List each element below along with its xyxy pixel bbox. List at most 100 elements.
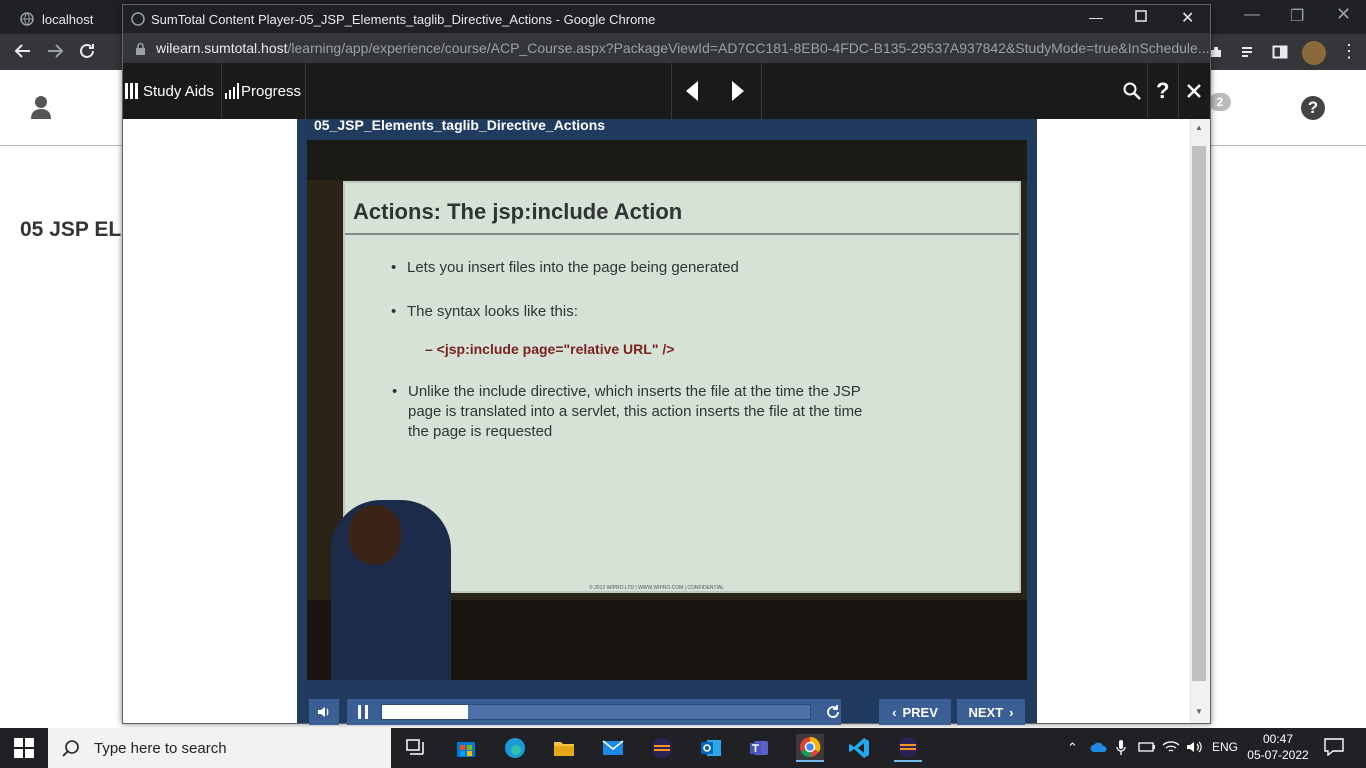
- notification-badge[interactable]: 2: [1209, 93, 1231, 111]
- close-icon[interactable]: ✕: [1336, 4, 1351, 25]
- wifi-icon[interactable]: [1162, 740, 1180, 754]
- popup-address-bar[interactable]: wilearn.sumtotal.host/learning/app/exper…: [123, 33, 1210, 63]
- player-toolbar: Study Aids Progress ?: [123, 63, 1210, 119]
- scroll-down-icon[interactable]: ▼: [1195, 707, 1203, 716]
- toolbar-divider: [221, 63, 222, 119]
- slide-heading: Actions: The jsp:include Action: [353, 199, 683, 224]
- prev-button[interactable]: ‹ PREV: [879, 699, 951, 725]
- search-icon: [1123, 82, 1141, 100]
- file-explorer-icon[interactable]: [550, 734, 578, 762]
- onedrive-icon[interactable]: [1090, 741, 1108, 753]
- lecture-video[interactable]: Actions: The jsp:include Action Lets you…: [307, 140, 1027, 680]
- reload-icon[interactable]: [78, 42, 96, 60]
- forward-icon[interactable]: [46, 42, 64, 60]
- popup-close-icon[interactable]: ✕: [1181, 8, 1194, 28]
- seek-progress: [382, 705, 468, 719]
- url-path: /learning/app/experience/course/ACP_Cour…: [287, 40, 1210, 56]
- restore-icon[interactable]: ❐: [1290, 6, 1304, 26]
- back-icon[interactable]: [14, 42, 32, 60]
- replay-icon[interactable]: [825, 704, 841, 720]
- chevron-left-icon: ‹: [892, 704, 897, 720]
- outlook-icon[interactable]: [697, 734, 725, 762]
- slide-bullet-line: page is translated into a servlet, this …: [408, 403, 863, 420]
- eclipse-running-icon[interactable]: [894, 734, 922, 762]
- speaker-icon: [317, 706, 331, 718]
- volume-icon[interactable]: [1186, 740, 1204, 754]
- popup-window-title: SumTotal Content Player-05_JSP_Elements_…: [151, 11, 656, 27]
- microphone-icon[interactable]: [1116, 740, 1126, 756]
- clock-date: 05-07-2022: [1247, 748, 1309, 762]
- next-page-button[interactable]: [731, 63, 745, 119]
- profile-avatar[interactable]: [1302, 41, 1326, 65]
- language-indicator[interactable]: ENG: [1212, 740, 1238, 754]
- close-x-icon: [1187, 84, 1201, 98]
- vscode-icon[interactable]: [845, 734, 873, 762]
- taskbar-clock[interactable]: 00:47 05-07-2022: [1236, 731, 1320, 763]
- lock-icon: [135, 42, 146, 55]
- chrome-page-icon: [131, 12, 145, 26]
- study-aids-button[interactable]: Study Aids: [125, 63, 214, 119]
- slide-code-example: – <jsp:include page="relative URL" />: [425, 341, 675, 357]
- previous-page-button[interactable]: [685, 63, 699, 119]
- battery-icon[interactable]: [1138, 741, 1156, 753]
- caret-left-icon: [685, 80, 699, 102]
- toolbar-divider: [761, 63, 762, 119]
- background-tab[interactable]: localhost: [8, 4, 126, 34]
- seek-bar[interactable]: [381, 704, 811, 720]
- slide-divider: [345, 233, 1019, 235]
- playback-bar: [347, 699, 841, 725]
- mail-icon[interactable]: [599, 734, 627, 762]
- taskbar-search[interactable]: Type here to search: [48, 728, 391, 768]
- clock-time: 00:47: [1262, 732, 1294, 746]
- user-icon[interactable]: [30, 95, 52, 119]
- globe-icon: [20, 12, 34, 26]
- help-button[interactable]: ?: [1156, 63, 1169, 119]
- search-placeholder: Type here to search: [94, 739, 227, 757]
- eclipse-icon[interactable]: [648, 734, 676, 762]
- notifications-icon[interactable]: [1324, 738, 1344, 756]
- page-title: 05 JSP ELE: [20, 218, 136, 241]
- help-icon[interactable]: ?: [1301, 96, 1325, 120]
- task-view-icon[interactable]: [402, 734, 430, 762]
- next-label: NEXT: [968, 704, 1004, 720]
- minimize-icon[interactable]: —: [1244, 6, 1260, 24]
- pause-icon[interactable]: [357, 705, 369, 719]
- study-aids-label: Study Aids: [143, 82, 214, 100]
- next-button[interactable]: NEXT ›: [957, 699, 1025, 725]
- popup-minimize-icon[interactable]: —: [1089, 9, 1103, 25]
- side-panel-icon[interactable]: [1272, 44, 1288, 60]
- caret-right-icon: [731, 80, 745, 102]
- background-tab-title: localhost: [42, 11, 94, 27]
- scrollbar-thumb[interactable]: [1192, 146, 1206, 681]
- progress-label: Progress: [241, 82, 302, 100]
- chrome-icon[interactable]: [796, 734, 824, 762]
- popup-title-bar: SumTotal Content Player-05_JSP_Elements_…: [123, 5, 1210, 33]
- toolbar-divider: [671, 63, 672, 119]
- search-button[interactable]: [1123, 63, 1141, 119]
- edge-browser-icon[interactable]: [501, 734, 529, 762]
- scroll-up-icon[interactable]: ▲: [1195, 123, 1203, 132]
- teams-icon[interactable]: [746, 734, 774, 762]
- slide-bullet: The syntax looks like this:: [391, 303, 578, 320]
- slide-bullet: Unlike the include directive, which inse…: [392, 383, 861, 400]
- toolbar-divider: [1147, 63, 1148, 119]
- question-icon: ?: [1156, 78, 1170, 103]
- progress-button[interactable]: Progress: [225, 63, 301, 119]
- toolbar-divider: [1178, 63, 1179, 119]
- slide-footer: © 2012 WIPRO LTD | WWW.WIPRO.COM | CONFI…: [589, 585, 725, 591]
- microsoft-store-icon[interactable]: [452, 734, 480, 762]
- reading-list-icon[interactable]: [1240, 44, 1256, 60]
- chrome-menu-icon[interactable]: ⋮: [1340, 42, 1358, 60]
- chevron-up-icon[interactable]: ⌃: [1067, 740, 1078, 756]
- study-aids-icon: [125, 82, 141, 100]
- room-wall-top: [307, 140, 1027, 180]
- search-icon: [62, 739, 80, 757]
- close-player-button[interactable]: [1187, 63, 1201, 119]
- video-title: 05_JSP_Elements_taglib_Directive_Actions: [314, 117, 606, 133]
- prev-label: PREV: [902, 704, 938, 720]
- chevron-right-icon: ›: [1009, 704, 1014, 720]
- popup-maximize-icon[interactable]: [1135, 10, 1147, 22]
- mute-button[interactable]: [309, 699, 339, 725]
- content-player-window: SumTotal Content Player-05_JSP_Elements_…: [122, 4, 1211, 725]
- windows-start-icon[interactable]: [14, 738, 34, 758]
